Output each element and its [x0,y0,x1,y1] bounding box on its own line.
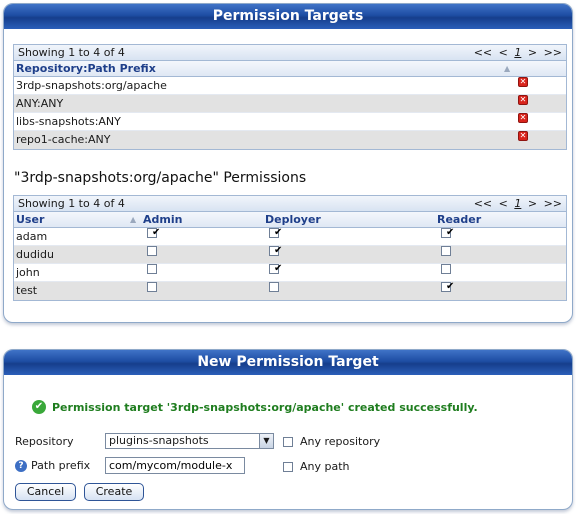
table-row[interactable]: test ✔ [14,282,566,300]
pager-prev-link[interactable]: < [499,197,508,210]
cancel-button[interactable]: Cancel [15,483,76,501]
column-header-user[interactable]: User [16,212,44,228]
success-icon: ✔ [32,400,46,414]
help-icon[interactable]: ? [15,459,27,472]
pager-first-link[interactable]: << [474,46,492,59]
pager-page-link[interactable]: 1 [514,46,521,59]
user-name: test [16,284,38,297]
admin-checkbox[interactable] [147,282,157,292]
table-row[interactable]: adam ✔ ✔ ✔ [14,228,566,246]
permissions-rows: adam ✔ ✔ ✔ dudidu ✔ john ✔ test ✔ [14,228,566,300]
success-message: ✔ Permission target '3rdp-snapshots:org/… [32,400,478,414]
dropdown-arrow-icon[interactable]: ▼ [259,434,273,448]
permissions-grid: Showing 1 to 4 of 4 << < 1 > >> User ▲ A… [13,195,567,301]
checkmark-icon: ✔ [274,245,283,256]
table-row[interactable]: 3rdp-snapshots:org/apache ✕ [14,77,566,95]
delete-icon[interactable]: ✕ [518,113,528,123]
new-permission-target-panel: New Permission Target ✔ Permission targe… [3,349,573,510]
pager-first-link[interactable]: << [474,197,492,210]
any-path-option[interactable]: Any path [283,460,350,473]
target-name[interactable]: repo1-cache:ANY [16,131,110,149]
permissions-pager-nav: << < 1 > >> [471,196,562,211]
user-name: adam [16,230,48,243]
admin-checkbox[interactable] [147,246,157,256]
pager-next-link[interactable]: > [528,197,537,210]
permission-targets-title: Permission Targets [4,4,572,29]
column-header-path-prefix[interactable]: Repository:Path Prefix [16,61,156,77]
target-name[interactable]: 3rdp-snapshots:org/apache [16,77,167,95]
targets-header-row: Repository:Path Prefix ▲ [14,61,566,77]
user-name: dudidu [16,248,54,261]
checkmark-icon: ✔ [446,227,455,238]
pager-prev-link[interactable]: < [499,46,508,59]
repository-select-value: plugins-snapshots [109,434,209,447]
table-row[interactable]: repo1-cache:ANY ✕ [14,131,566,149]
column-header-reader[interactable]: Reader [437,212,481,228]
target-name[interactable]: libs-snapshots:ANY [16,113,121,131]
sort-arrow-icon[interactable]: ▲ [130,212,136,228]
targets-pager-summary: Showing 1 to 4 of 4 [18,46,125,59]
any-path-checkbox[interactable] [283,461,293,472]
deployer-checkbox[interactable]: ✔ [269,227,283,238]
targets-pager: Showing 1 to 4 of 4 << < 1 > >> [14,45,566,61]
path-prefix-label: Path prefix [31,459,91,472]
path-prefix-label-group: ? Path prefix [15,459,90,472]
checkmark-icon: ✔ [274,227,283,238]
deployer-checkbox[interactable] [269,282,279,292]
deployer-checkbox[interactable]: ✔ [269,263,283,274]
target-name[interactable]: ANY:ANY [16,95,63,113]
pager-last-link[interactable]: >> [544,197,562,210]
column-header-admin[interactable]: Admin [143,212,182,228]
reader-checkbox[interactable] [441,264,451,274]
delete-icon[interactable]: ✕ [518,77,528,87]
targets-pager-nav: << < 1 > >> [471,45,562,60]
column-header-deployer[interactable]: Deployer [265,212,321,228]
admin-checkbox[interactable]: ✔ [147,227,161,238]
any-repository-option[interactable]: Any repository [283,435,380,448]
success-message-text: Permission target '3rdp-snapshots:org/ap… [52,400,478,414]
reader-checkbox[interactable]: ✔ [441,227,455,238]
table-row[interactable]: dudidu ✔ [14,246,566,264]
checkmark-icon: ✔ [152,227,161,238]
delete-icon[interactable]: ✕ [518,131,528,141]
delete-icon[interactable]: ✕ [518,95,528,105]
user-name: john [16,266,40,279]
permission-targets-grid: Showing 1 to 4 of 4 << < 1 > >> Reposito… [13,44,567,150]
path-prefix-input[interactable] [105,457,245,474]
permissions-pager: Showing 1 to 4 of 4 << < 1 > >> [14,196,566,212]
reader-checkbox[interactable]: ✔ [441,281,455,292]
permissions-pager-summary: Showing 1 to 4 of 4 [18,197,125,210]
sort-arrow-icon[interactable]: ▲ [504,61,510,77]
table-row[interactable]: john ✔ [14,264,566,282]
admin-checkbox[interactable] [147,264,157,274]
permissions-header-row: User ▲ Admin Deployer Reader [14,212,566,228]
checkmark-icon: ✔ [274,263,283,274]
pager-last-link[interactable]: >> [544,46,562,59]
reader-checkbox[interactable] [441,246,451,256]
any-repository-label: Any repository [300,435,381,448]
permissions-title: "3rdp-snapshots:org/apache" Permissions [14,170,307,186]
checkmark-icon: ✔ [446,281,455,292]
deployer-checkbox[interactable]: ✔ [269,245,283,256]
repository-label: Repository [15,435,74,448]
table-row[interactable]: libs-snapshots:ANY ✕ [14,113,566,131]
new-permission-target-title: New Permission Target [4,350,572,375]
permission-targets-panel: Permission Targets Showing 1 to 4 of 4 <… [3,3,573,323]
table-row[interactable]: ANY:ANY ✕ [14,95,566,113]
create-button[interactable]: Create [84,483,144,501]
any-path-label: Any path [300,460,350,473]
repository-select[interactable]: plugins-snapshots ▼ [105,433,274,449]
pager-next-link[interactable]: > [528,46,537,59]
pager-page-link[interactable]: 1 [514,197,521,210]
any-repository-checkbox[interactable] [283,436,293,447]
